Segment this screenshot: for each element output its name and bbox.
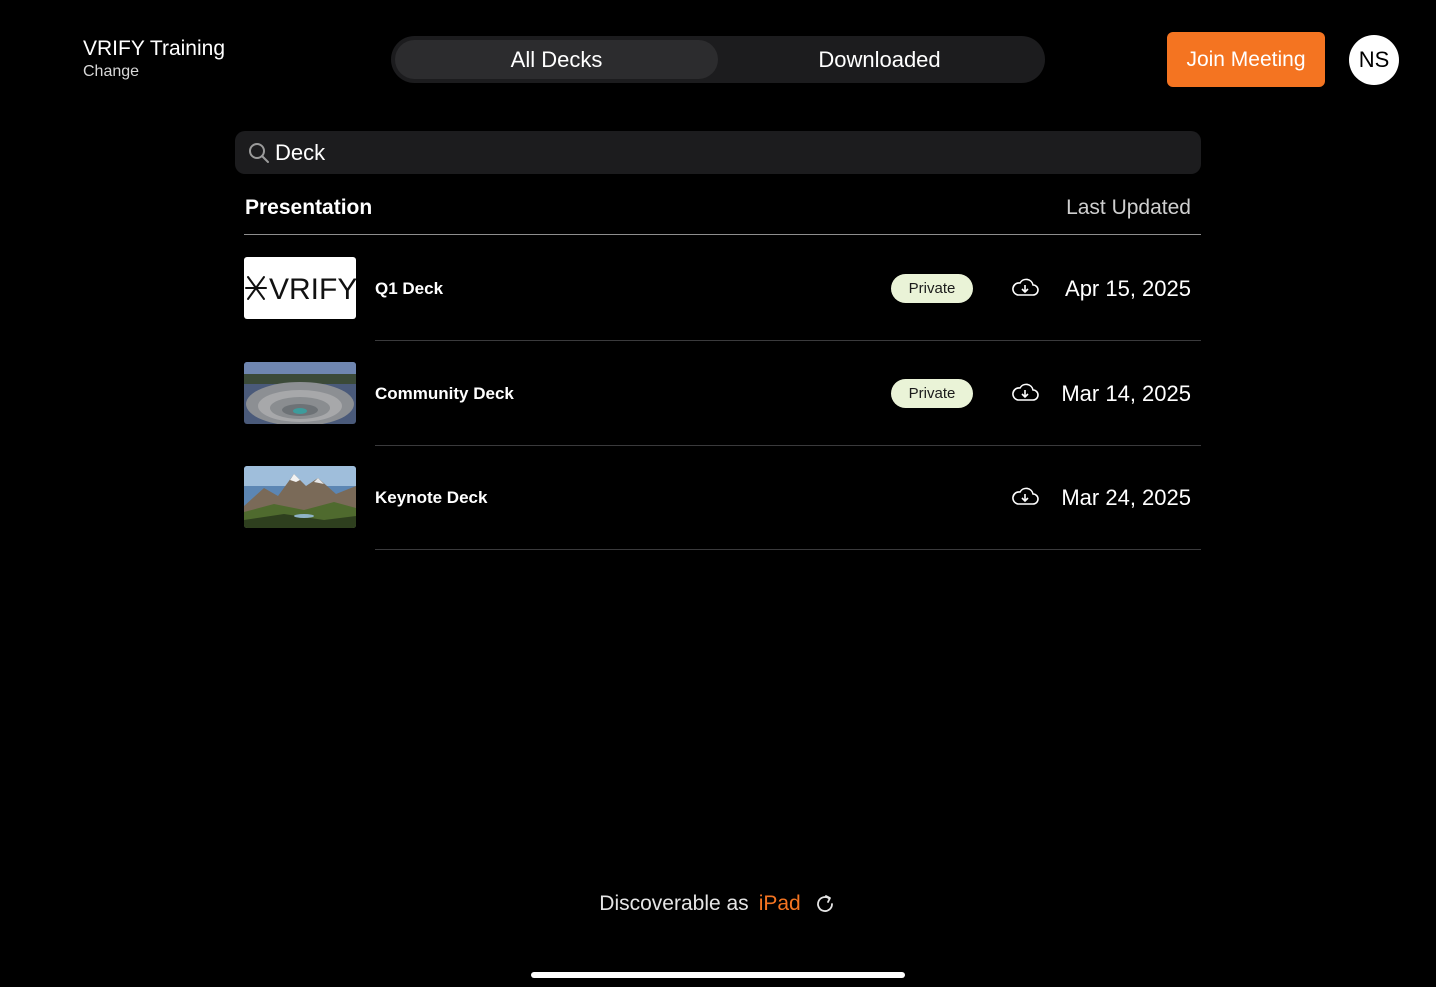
join-meeting-button[interactable]: Join Meeting	[1167, 32, 1325, 87]
deck-title[interactable]: Community Deck	[375, 341, 514, 446]
table-row[interactable]: Keynote Deck Mar 24, 2025	[244, 445, 1201, 550]
search-input[interactable]: Deck	[275, 140, 325, 166]
table-row[interactable]: Community Deck Private Mar 14, 2025	[244, 341, 1201, 446]
deck-thumbnail	[244, 362, 356, 424]
vrify-logo-text: VRIFY	[269, 273, 356, 306]
mountain-landscape-image	[244, 466, 356, 528]
discoverable-label: Discoverable as	[599, 892, 749, 915]
home-indicator[interactable]	[531, 972, 905, 978]
cloud-download-icon[interactable]	[1010, 485, 1040, 509]
open-pit-mine-image	[244, 362, 356, 424]
table-row[interactable]: VRIFY Q1 Deck Private Apr 15, 2025	[244, 236, 1201, 341]
status-badge: Private	[891, 379, 973, 408]
workspace-switcher[interactable]: VRIFY Training Change	[83, 36, 225, 82]
deck-thumbnail: VRIFY	[244, 257, 356, 319]
workspace-name: VRIFY Training	[83, 37, 226, 60]
vrify-logo-icon: VRIFY	[245, 273, 356, 306]
row-divider	[375, 549, 1201, 550]
cloud-download-icon[interactable]	[1010, 381, 1040, 405]
tab-downloaded[interactable]: Downloaded	[718, 40, 1041, 79]
device-name-link[interactable]: iPad	[759, 892, 801, 916]
table-header: Presentation Last Updated	[244, 192, 1201, 235]
search-icon	[249, 142, 269, 163]
refresh-icon[interactable]	[813, 892, 837, 916]
cloud-download-icon[interactable]	[1010, 276, 1040, 300]
last-updated-date: Mar 14, 2025	[1061, 380, 1191, 406]
deck-thumbnail	[244, 466, 356, 528]
last-updated-date: Mar 24, 2025	[1061, 484, 1191, 510]
search-bar[interactable]: Deck	[235, 131, 1201, 174]
deck-title[interactable]: Q1 Deck	[375, 236, 443, 341]
change-workspace-link[interactable]: Change	[83, 62, 225, 82]
last-updated-date: Apr 15, 2025	[1065, 275, 1191, 301]
tab-all-decks[interactable]: All Decks	[395, 40, 718, 79]
column-header-presentation: Presentation	[245, 196, 373, 219]
status-badge: Private	[891, 274, 973, 303]
deck-title[interactable]: Keynote Deck	[375, 445, 487, 550]
avatar[interactable]: NS	[1349, 35, 1399, 85]
deck-filter-segmented-control: All Decks Downloaded	[391, 36, 1045, 83]
column-header-last-updated: Last Updated	[1066, 196, 1191, 219]
discoverability-status: Discoverable as iPad	[0, 892, 1436, 916]
